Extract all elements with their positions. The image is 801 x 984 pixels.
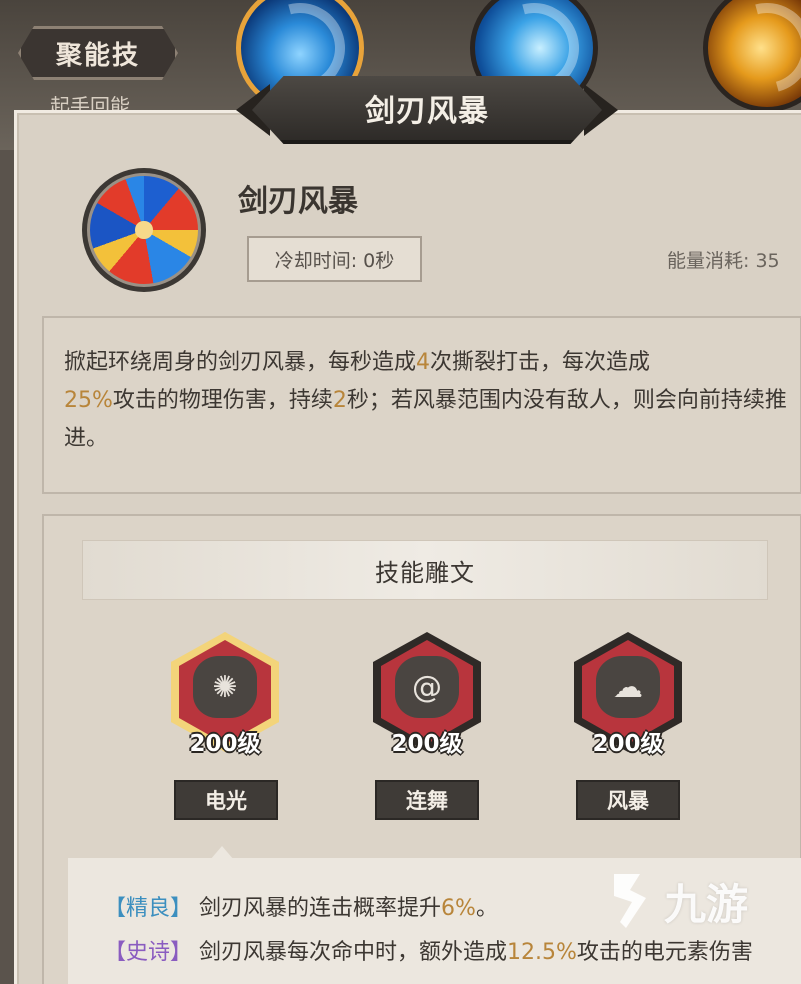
detail-tail: 。 — [475, 896, 498, 921]
detail-value: 12.5% — [507, 940, 577, 965]
desc-value: 4 — [416, 350, 431, 375]
detail-line-fine: 【精良】 剑刃风暴的连击概率提升6%。 — [104, 890, 498, 922]
energy-cost: 能量消耗: 35 — [667, 250, 780, 272]
nine-game-logo-icon — [614, 874, 646, 928]
desc-value: 2 — [332, 388, 347, 413]
quality-tag-epic: 【史诗】 — [104, 940, 193, 965]
desc-text: 掀起环绕周身的剑刃风暴，每秒造成 — [64, 350, 417, 375]
desc-value: 25% — [64, 388, 113, 413]
crack-icon: ✺ — [193, 656, 257, 718]
rune-slot-storm[interactable]: ☁ 200级 — [574, 632, 682, 757]
rune-label-storm[interactable]: 风暴 — [576, 780, 680, 820]
cooldown-label: 冷却时间: 0秒 — [247, 236, 422, 282]
rune-slot-lightning[interactable]: ✺ 200级 — [171, 632, 279, 757]
rune-level: 200级 — [592, 731, 664, 757]
detail-text: 剑刃风暴每次命中时，额外造成 — [199, 940, 508, 965]
desc-text: 攻击的物理伤害，持续 — [112, 388, 333, 413]
tab-gather-skill[interactable]: 聚能技 — [18, 26, 178, 80]
rune-level: 200级 — [391, 731, 463, 757]
rune-slot-dance[interactable]: @ 200级 — [373, 632, 481, 757]
whirl-icon: @ — [395, 656, 459, 718]
skill-description: 掀起环绕周身的剑刃风暴，每秒造成4次撕裂打击，每次造成 25%攻击的物理伤害，持续… — [42, 316, 801, 494]
tornado-icon: ☁ — [596, 656, 660, 718]
detail-line-epic: 【史诗】 剑刃风暴每次命中时，额外造成12.5%攻击的电元素伤害 — [104, 934, 753, 966]
watermark-text: 九游 — [664, 879, 749, 929]
rune-level: 200级 — [189, 731, 261, 757]
detail-value: 6% — [441, 896, 476, 921]
detail-tail: 攻击的电元素伤害 — [576, 940, 753, 965]
quality-tag-fine: 【精良】 — [104, 896, 193, 921]
rune-label-dance[interactable]: 连舞 — [375, 780, 479, 820]
rune-label-lightning[interactable]: 电光 — [174, 780, 278, 820]
panel-title: 剑刃风暴 — [252, 76, 602, 144]
skill-name: 剑刃风暴 — [238, 184, 358, 219]
blade-storm-icon — [82, 168, 206, 292]
rune-section-title: 技能雕文 — [82, 540, 768, 600]
desc-text: 次撕裂打击，每次造成 — [430, 350, 651, 375]
detail-text: 剑刃风暴的连击概率提升 — [199, 896, 442, 921]
watermark-logo: 九游 — [600, 868, 748, 934]
